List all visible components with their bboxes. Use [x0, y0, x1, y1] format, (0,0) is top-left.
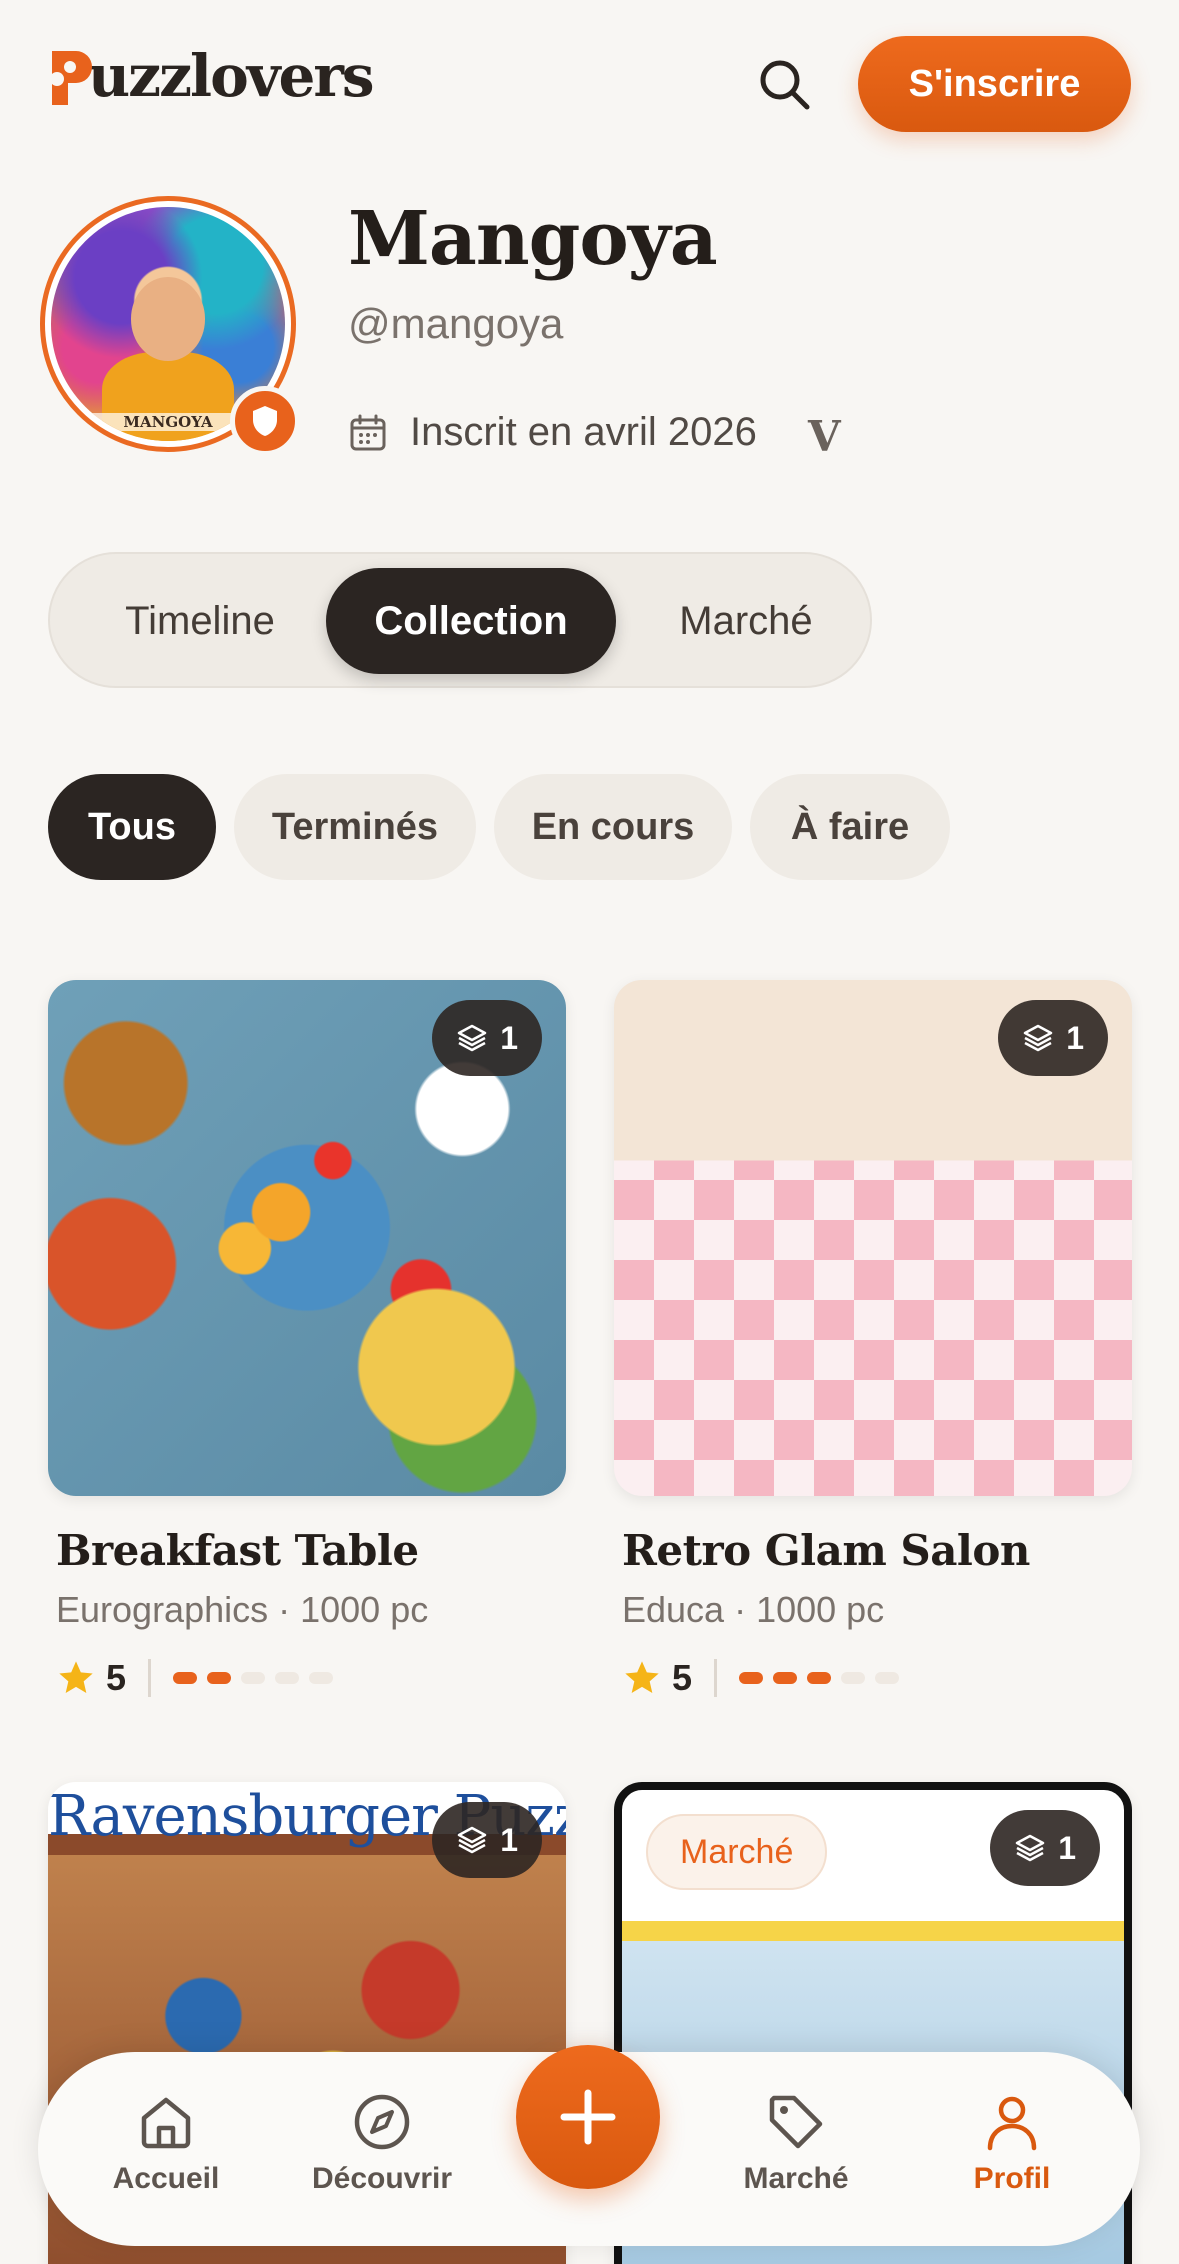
puzzle-box-image: 1 [48, 980, 566, 1496]
star-icon [59, 1661, 93, 1693]
puzzle-title: Breakfast Table [56, 1526, 419, 1575]
difficulty-dot [207, 1672, 232, 1684]
app-header: uzzlovers S'inscrire [0, 0, 1179, 160]
filter-a-faire[interactable]: À faire [750, 774, 950, 880]
nav-decouvrir[interactable]: Découvrir [282, 2092, 482, 2196]
difficulty-dot [241, 1672, 266, 1684]
profile-handle: @mangoya [348, 300, 564, 347]
calendar-icon [350, 414, 386, 450]
copies-count: 1 [500, 1821, 518, 1858]
user-icon [987, 2096, 1037, 2151]
puzzle-meta: Eurographics · 1000 pc [56, 1589, 429, 1630]
nav-label: Profil [973, 2162, 1051, 2195]
plus-icon [560, 2089, 616, 2145]
star-icon [625, 1661, 659, 1693]
shield-icon [253, 406, 277, 436]
nav-marche[interactable]: Marché [696, 2092, 896, 2196]
puzzlovers-logo[interactable]: uzzlovers [46, 38, 375, 114]
puzzle-box-image: 1 [614, 980, 1132, 1496]
puzzle-card[interactable]: 1 Breakfast Table Eurographics · 1000 pc… [48, 980, 566, 1699]
verified-shield-badge [230, 386, 300, 456]
divider [714, 1659, 718, 1697]
difficulty-dot [841, 1672, 866, 1684]
filter-tous[interactable]: Tous [48, 774, 216, 880]
signup-button[interactable]: S'inscrire [858, 36, 1131, 132]
layers-icon [1023, 1024, 1053, 1052]
copies-count: 1 [500, 1019, 518, 1056]
difficulty-dot [309, 1672, 334, 1684]
layers-icon [457, 1024, 487, 1052]
add-puzzle-button[interactable] [516, 2045, 660, 2189]
difficulty-dot [875, 1672, 900, 1684]
puzzle-rating-row: 5 [56, 1657, 566, 1699]
level-badge: V [808, 412, 841, 461]
puzzle-rating-row: 5 [622, 1657, 1132, 1699]
tab-marche[interactable]: Marché [636, 568, 856, 674]
profile-display-name: Mangoya [348, 196, 718, 282]
difficulty-dot [173, 1672, 198, 1684]
join-date: Inscrit en avril 2026 [348, 410, 757, 455]
puzzle-title: Retro Glam Salon [622, 1526, 1030, 1575]
filter-termines[interactable]: Terminés [234, 774, 476, 880]
difficulty-dot [773, 1672, 798, 1684]
puzzle-meta: Educa · 1000 pc [622, 1589, 885, 1630]
logo-text: uzzlovers [88, 42, 375, 110]
market-tag: Marché [646, 1814, 828, 1890]
nav-label: Marché [743, 2162, 849, 2195]
difficulty-dot [807, 1672, 832, 1684]
join-date-text: Inscrit en avril 2026 [410, 410, 757, 454]
copies-count-badge: 1 [432, 1802, 542, 1878]
tab-collection[interactable]: Collection [326, 568, 616, 674]
filter-en-cours[interactable]: En cours [494, 774, 732, 880]
rating-value: 5 [672, 1657, 693, 1698]
copies-count-badge: 1 [998, 1000, 1108, 1076]
copies-count: 1 [1066, 1019, 1084, 1056]
copies-count: 1 [1058, 1829, 1076, 1866]
tab-timeline[interactable]: Timeline [90, 568, 310, 674]
difficulty-dot [275, 1672, 300, 1684]
copies-count-badge: 1 [432, 1000, 542, 1076]
search-button[interactable] [752, 52, 816, 116]
nav-label: Accueil [112, 2162, 220, 2195]
puzzle-piece-logo-icon [46, 45, 92, 107]
nav-accueil[interactable]: Accueil [66, 2092, 266, 2196]
home-icon [141, 2097, 191, 2149]
layers-icon [457, 1826, 487, 1854]
nav-profil[interactable]: Profil [912, 2092, 1112, 2196]
tag-icon [769, 2095, 823, 2149]
nav-label: Découvrir [311, 2162, 453, 2195]
rating-value: 5 [106, 1657, 127, 1698]
layers-icon [1015, 1834, 1045, 1862]
puzzle-card[interactable]: 1 Retro Glam Salon Educa · 1000 pc 5 [614, 980, 1132, 1699]
compass-icon [354, 2094, 410, 2150]
difficulty-dot [739, 1672, 764, 1684]
divider [148, 1659, 152, 1697]
search-icon [760, 60, 810, 110]
copies-count-badge: 1 [990, 1810, 1100, 1886]
view-tabs: Timeline Collection Marché [48, 552, 872, 688]
